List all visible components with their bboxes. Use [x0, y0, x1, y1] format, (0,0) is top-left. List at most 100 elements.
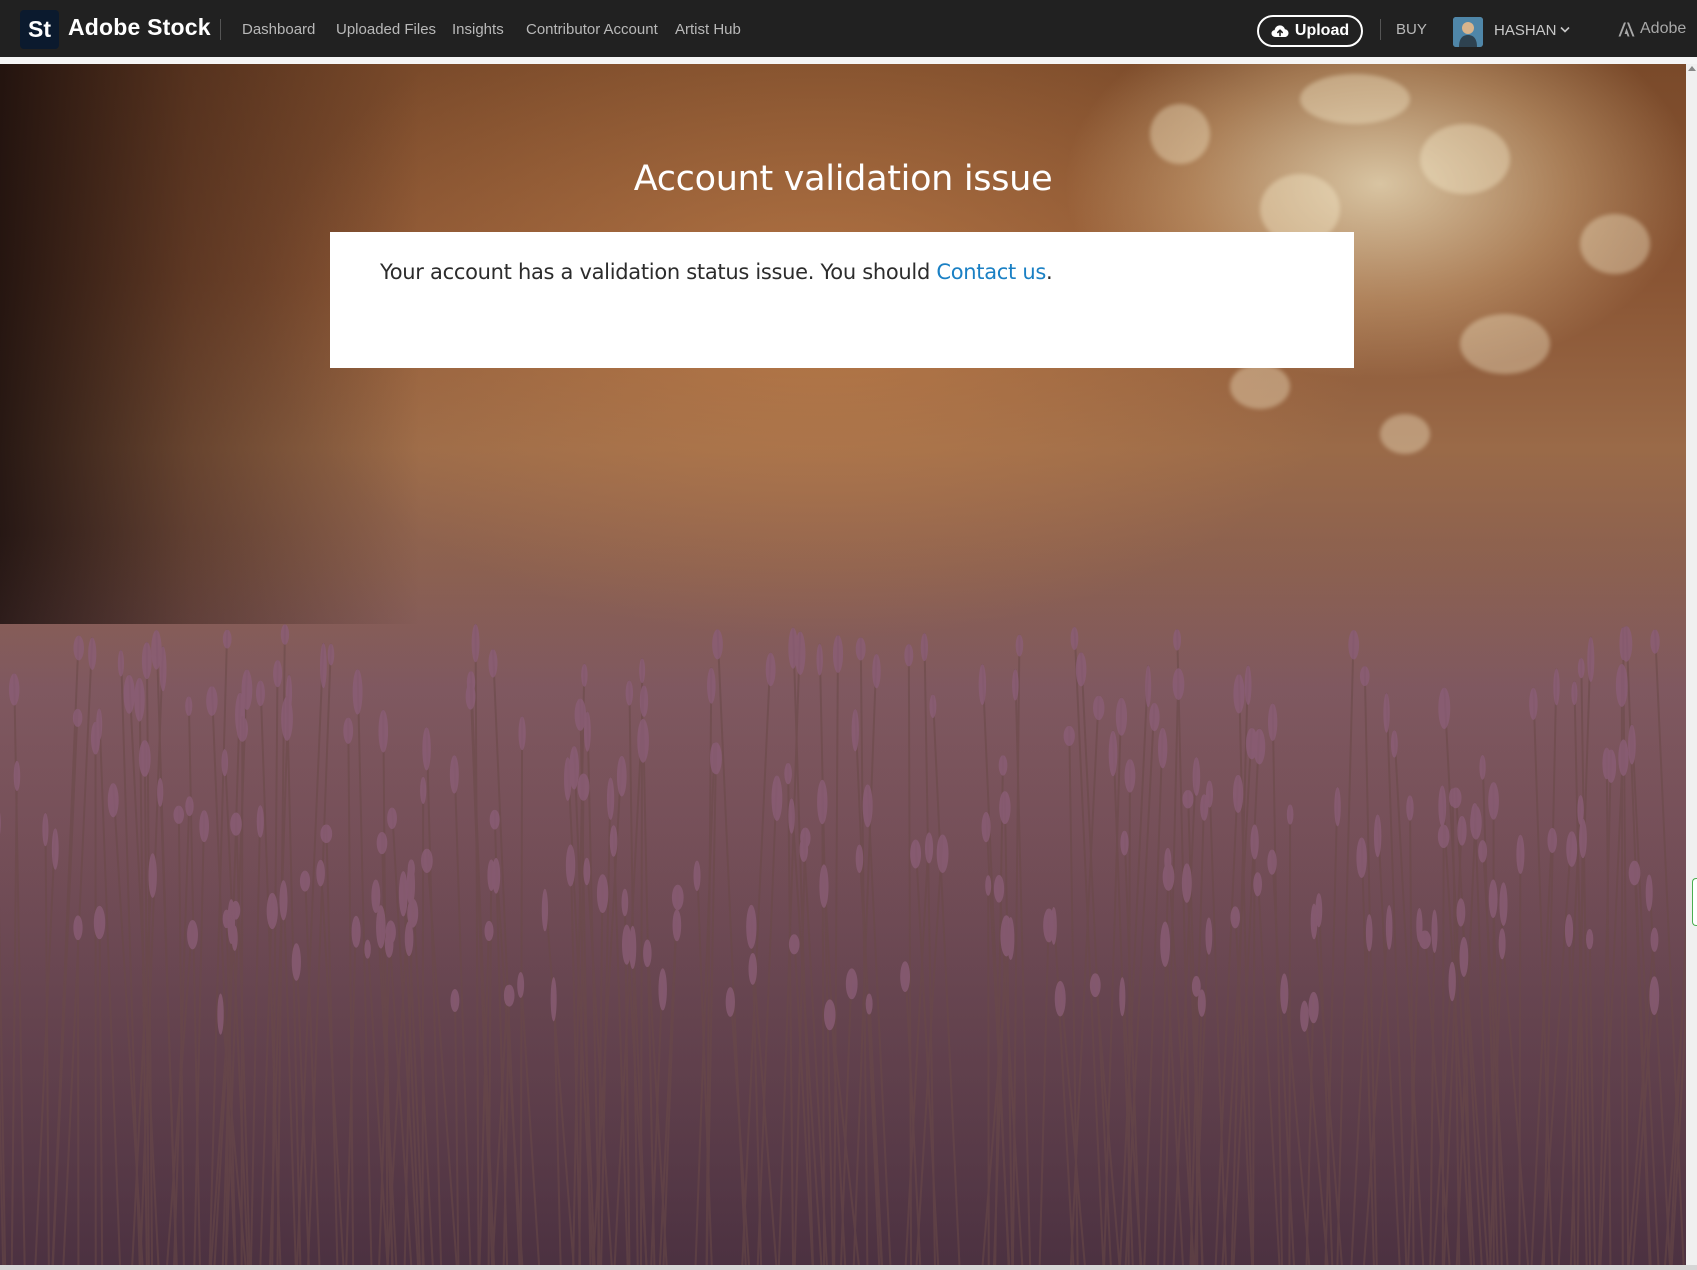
nav-divider: [1380, 19, 1381, 40]
lavender-bud: [517, 972, 525, 998]
lavender-bud: [1628, 724, 1636, 765]
adobe-link[interactable]: Adobe: [1618, 20, 1686, 38]
lavender-bud: [639, 685, 649, 717]
lavender-bud: [1618, 739, 1629, 777]
lavender-bud: [1124, 759, 1136, 793]
lavender-bud: [577, 773, 590, 801]
cloud-upload-icon: [1271, 24, 1289, 37]
feedback-tab[interactable]: [1692, 878, 1697, 926]
lavender-bud: [376, 831, 388, 855]
user-menu-name[interactable]: HASHAN: [1494, 22, 1557, 39]
lavender-bud: [138, 739, 151, 777]
lavender-stem: [1441, 824, 1445, 1265]
lavender-bud: [273, 660, 283, 688]
lavender-bud: [230, 812, 242, 836]
lavender-bud: [1192, 757, 1201, 796]
lavender-bud: [609, 825, 618, 857]
lavender-bud: [327, 643, 335, 666]
lavender-bud: [93, 905, 106, 940]
lavender-bud: [72, 708, 83, 727]
lavender-bud: [629, 925, 637, 970]
lavender-bud: [1232, 774, 1244, 814]
lavender-bud: [1000, 915, 1013, 957]
brand-name[interactable]: Adobe Stock: [68, 14, 211, 41]
lavender-bud: [1063, 725, 1075, 746]
lavender-bud: [1406, 795, 1414, 821]
lavender-bud: [1173, 629, 1182, 651]
lavender-bud: [148, 853, 157, 898]
lavender-bud: [1431, 909, 1438, 953]
lavender-bud: [851, 708, 859, 752]
lavender-bud: [1571, 681, 1578, 706]
lavender-bud: [1645, 874, 1653, 912]
scroll-up-arrow-icon[interactable]: [1688, 66, 1696, 71]
lavender-bud: [320, 643, 327, 689]
lavender-bud: [299, 870, 311, 892]
top-nav-bar: St Adobe Stock Dashboard Uploaded Files …: [0, 0, 1697, 57]
lavender-bud: [1043, 908, 1055, 943]
lavender-stem: [1127, 758, 1131, 1265]
notice-message-text: Your account has a validation status iss…: [380, 260, 937, 284]
lavender-bud: [1191, 975, 1201, 997]
lavender-bud: [185, 796, 194, 817]
lavender-bud: [936, 834, 949, 873]
lavender-bud: [748, 952, 758, 985]
lavender-bud: [518, 716, 526, 751]
lavender-bud: [725, 987, 735, 1017]
nav-uploaded-files[interactable]: Uploaded Files: [336, 21, 436, 38]
lavender-bud: [1286, 804, 1294, 825]
lavender-bud: [832, 635, 844, 673]
lavender-bud: [998, 755, 1008, 776]
lavender-bud: [316, 859, 325, 887]
lavender-bud: [904, 643, 914, 667]
lavender-bud: [596, 874, 609, 914]
lavender-bud: [173, 805, 185, 824]
bottom-edge: [0, 1265, 1697, 1270]
lavender-bud: [1160, 921, 1171, 967]
lavender-bud: [320, 824, 333, 844]
lavender-bud: [1448, 961, 1456, 1002]
lavender-bud: [88, 637, 97, 670]
lavender-bud: [421, 848, 433, 873]
lavender-bud: [765, 652, 776, 687]
lavender-bud: [1437, 824, 1450, 849]
chevron-down-icon[interactable]: [1560, 26, 1570, 33]
lavender-bud: [1308, 991, 1319, 1024]
lavender-bud: [855, 637, 866, 661]
lavender-bud: [1253, 872, 1263, 897]
lavender-bud: [351, 915, 361, 948]
lavender-bud: [1205, 780, 1214, 808]
nav-insights[interactable]: Insights: [452, 21, 504, 38]
lavender-bud: [222, 629, 232, 649]
lavender-bud: [1012, 669, 1019, 701]
lavender-bud: [823, 999, 836, 1031]
lavender-bud: [487, 859, 496, 892]
lavender-bud: [672, 909, 682, 942]
lavender-bud: [51, 828, 59, 870]
nav-artist-hub[interactable]: Artist Hub: [675, 21, 741, 38]
lavender-bud: [1438, 785, 1447, 827]
contact-us-link[interactable]: Contact us: [936, 260, 1046, 284]
lavender-bud: [199, 810, 210, 843]
lavender-bud: [488, 649, 498, 678]
lavender-bud: [712, 629, 723, 660]
buy-link[interactable]: BUY: [1396, 21, 1427, 38]
lavender-bud: [1650, 629, 1660, 654]
nav-contributor-account[interactable]: Contributor Account: [526, 21, 658, 38]
lavender-bud: [117, 649, 125, 677]
lavender-bud: [255, 680, 265, 707]
lavender-bud: [872, 653, 881, 689]
upload-button[interactable]: Upload: [1257, 15, 1363, 47]
lavender-bud: [8, 673, 20, 706]
lavender-bud: [1365, 914, 1373, 952]
adobe-stock-logo[interactable]: St: [20, 10, 59, 49]
lavender-bud: [206, 686, 218, 716]
lavender-bud: [1577, 657, 1585, 679]
lavender-bud: [407, 898, 419, 928]
vertical-scrollbar[interactable]: [1686, 64, 1697, 1265]
lavender-bud: [816, 643, 823, 676]
nav-dashboard[interactable]: Dashboard: [242, 21, 315, 38]
avatar[interactable]: [1453, 17, 1483, 47]
lavender-bud: [1479, 754, 1486, 780]
lavender-bud: [1373, 814, 1382, 858]
